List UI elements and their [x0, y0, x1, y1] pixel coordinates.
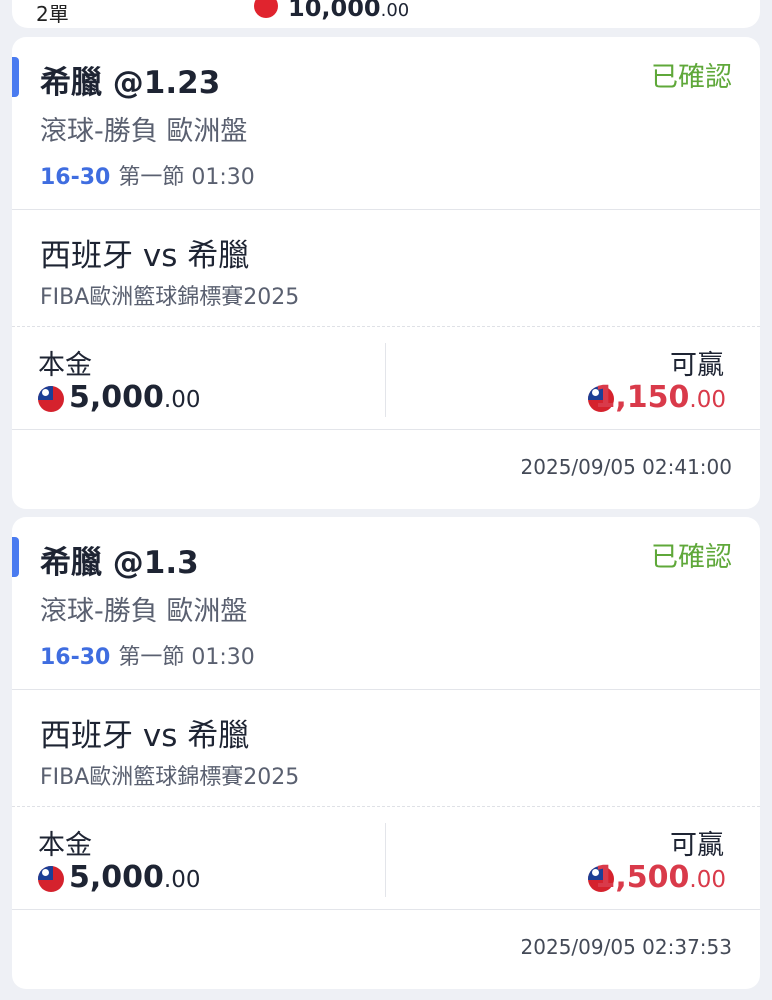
bet-summary-card: 2單 10,000.00: [12, 0, 760, 28]
divider: [12, 429, 760, 430]
status-badge: 已確認: [651, 542, 732, 573]
selection-accent-bar: [12, 537, 19, 577]
stake-amount: 5,000.00: [69, 860, 201, 895]
bet-timestamp: 2025/09/05 02:41:00: [520, 455, 732, 479]
divider: [12, 909, 760, 910]
currency-flag-icon: [254, 0, 278, 18]
match-teams: 西班牙 vs 希臘: [40, 718, 250, 754]
potential-win-amount: 1,150.00: [594, 380, 726, 415]
potential-win-label: 可贏: [670, 350, 724, 381]
bet-card[interactable]: 希臘 @1.23 已確認 滾球-勝負 歐洲盤 16-30 第一節 01:30 西班…: [12, 37, 760, 509]
column-divider: [385, 343, 386, 417]
bet-count: 2單: [36, 2, 69, 26]
taiwan-flag-icon: [38, 386, 64, 412]
potential-win-amount: 1,500.00: [594, 860, 726, 895]
stake-label: 本金: [38, 350, 92, 381]
market-type: 滾球-勝負 歐洲盤: [40, 596, 248, 627]
bet-card[interactable]: 希臘 @1.3 已確認 滾球-勝負 歐洲盤 16-30 第一節 01:30 西班牙…: [12, 517, 760, 989]
divider: [12, 806, 760, 807]
live-score: 16-30: [40, 165, 111, 190]
bet-timestamp: 2025/09/05 02:37:53: [520, 935, 732, 959]
status-badge: 已確認: [651, 62, 732, 93]
divider: [12, 326, 760, 327]
market-type: 滾球-勝負 歐洲盤: [40, 116, 248, 147]
live-score: 16-30: [40, 645, 111, 670]
divider: [12, 689, 760, 690]
selection-accent-bar: [12, 57, 19, 97]
bet-selection-odds: 希臘 @1.23: [40, 65, 221, 101]
live-score-line: 16-30 第一節 01:30: [40, 159, 255, 191]
game-period: 第一節 01:30: [118, 645, 255, 670]
bet-selection-odds: 希臘 @1.3: [40, 545, 199, 581]
league-name: FIBA歐洲籃球錦標賽2025: [40, 765, 300, 790]
divider: [12, 209, 760, 210]
stake-label: 本金: [38, 830, 92, 861]
taiwan-flag-icon: [38, 866, 64, 892]
game-period: 第一節 01:30: [118, 165, 255, 190]
match-teams: 西班牙 vs 希臘: [40, 238, 250, 274]
stake-amount: 5,000.00: [69, 380, 201, 415]
league-name: FIBA歐洲籃球錦標賽2025: [40, 285, 300, 310]
total-amount: 10,000.00: [288, 0, 410, 22]
potential-win-label: 可贏: [670, 830, 724, 861]
live-score-line: 16-30 第一節 01:30: [40, 639, 255, 671]
column-divider: [385, 823, 386, 897]
